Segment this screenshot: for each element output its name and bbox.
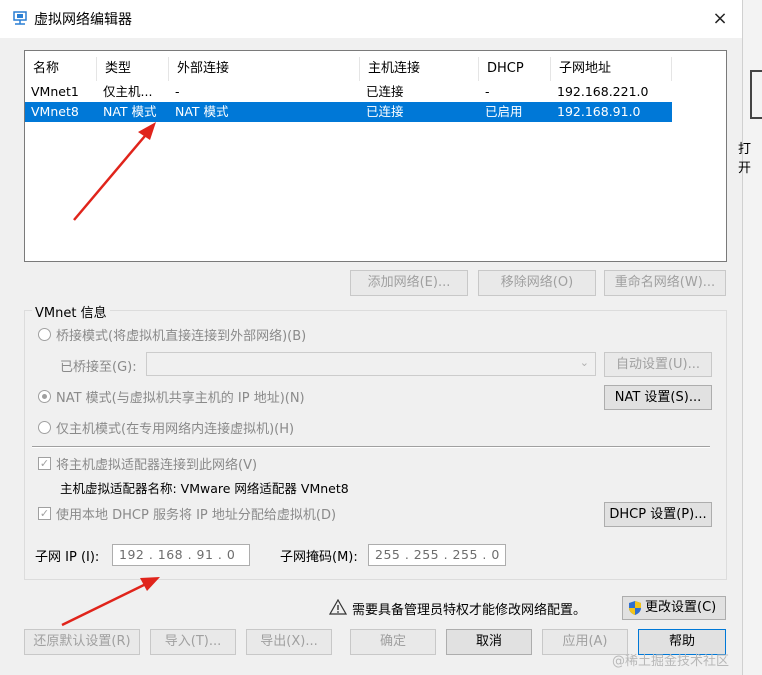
annotation-arrows [61, 122, 160, 627]
annotation-arrow [61, 577, 160, 627]
background-window-frame [750, 70, 762, 119]
annotation-arrow [73, 122, 156, 221]
watermark: @稀土掘金技术社区 [612, 654, 730, 669]
